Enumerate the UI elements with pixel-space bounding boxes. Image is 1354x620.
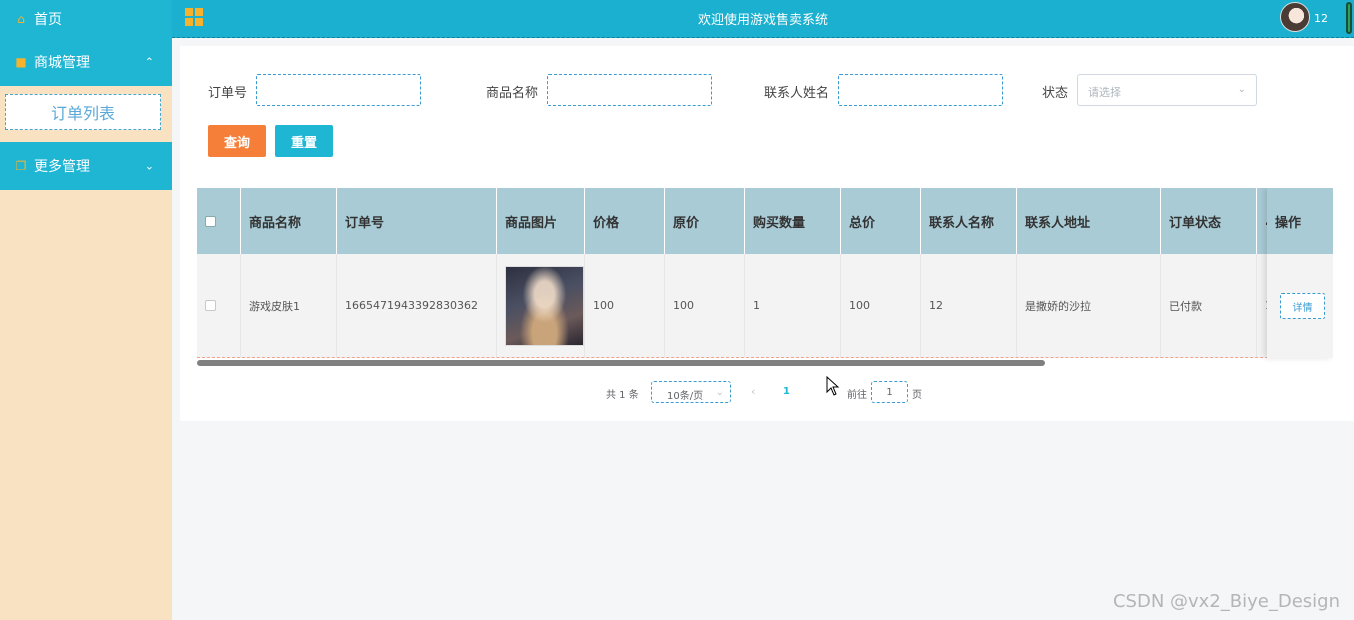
product-thumbnail[interactable] [505, 265, 584, 346]
sidebar: ⌂ 首页 ■ 商城管理 ⌃ 订单列表 ❐ 更多管理 ⌄ [0, 0, 172, 620]
row-select-cell [197, 254, 241, 357]
horizontal-scrollbar[interactable] [197, 360, 1045, 366]
cell-total: 100 [841, 254, 921, 357]
col-order-no[interactable]: 订单号 [337, 188, 497, 254]
menu-group-mall-label: 商城管理 [34, 55, 90, 71]
cell-product-image [497, 254, 585, 357]
search-form: 订单号 商品名称 联系人姓名 状态 请选择 ⌄ [180, 74, 1354, 106]
page-title: 欢迎使用游戏售卖系统 [697, 13, 828, 28]
submenu-mall: 订单列表 [0, 86, 172, 142]
goto-page-input[interactable]: 1 [871, 381, 908, 403]
home-icon: ⌂ [17, 12, 25, 26]
select-all-cell [197, 188, 241, 254]
page-number[interactable]: 1 [783, 386, 790, 397]
prev-page-icon[interactable]: ‹ [751, 385, 755, 398]
contact-name-label: 联系人姓名 [764, 86, 830, 101]
status-label: 状态 [1042, 86, 1069, 101]
order-no-input[interactable] [256, 74, 421, 106]
col-product-name[interactable]: 商品名称 [241, 188, 337, 254]
row-checkbox[interactable] [205, 300, 216, 311]
pagination: 共 1 条 10条/页 ⌄ ‹ 1 前往 1 页 [180, 381, 1354, 403]
menu-home[interactable]: ⌂ 首页 [0, 0, 172, 38]
sidebar-item-order-list-label: 订单列表 [50, 104, 115, 123]
col-contact-name[interactable]: 联系人名称 [921, 188, 1017, 254]
product-name-label: 商品名称 [486, 86, 539, 101]
page-suffix: 页 [912, 390, 922, 401]
menu-group-more-label: 更多管理 [34, 159, 90, 175]
avatar[interactable] [1280, 2, 1310, 32]
col-operation: 操作 [1267, 188, 1333, 254]
cell-quantity: 1 [745, 254, 841, 357]
cell-original-price: 100 [665, 254, 745, 357]
query-button[interactable]: 查询 [208, 125, 266, 157]
col-total[interactable]: 总价 [841, 188, 921, 254]
contact-name-input[interactable] [838, 74, 1003, 106]
order-table: 商品名称 订单号 商品图片 价格 原价 购买数量 总价 联系人名称 联系人地址 … [197, 188, 1333, 366]
col-product-image[interactable]: 商品图片 [497, 188, 585, 254]
sidebar-item-order-list[interactable]: 订单列表 [5, 94, 161, 130]
chevron-up-icon: ⌃ [144, 55, 154, 69]
chevron-down-icon: ⌄ [715, 387, 724, 398]
operation-column: 操作 详情 [1267, 188, 1333, 358]
table-header: 商品名称 订单号 商品图片 价格 原价 购买数量 总价 联系人名称 联系人地址 … [197, 188, 1333, 254]
detail-button[interactable]: 详情 [1280, 293, 1325, 319]
chevron-down-icon: ⌄ [144, 159, 154, 173]
order-no-label: 订单号 [208, 86, 248, 101]
bag-icon: ■ [15, 55, 27, 69]
col-order-status[interactable]: 订单状态 [1161, 188, 1257, 254]
page-size-value: 10条/页 [667, 391, 704, 402]
product-name-input[interactable] [547, 74, 712, 106]
status-placeholder: 请选择 [1088, 86, 1121, 99]
menu-group-mall[interactable]: ■ 商城管理 ⌃ [0, 38, 172, 86]
cell-order-no: 1665471943392830362 [337, 254, 497, 357]
cell-order-status: 已付款 [1161, 254, 1257, 357]
table-row: 游戏皮肤1 1665471943392830362 100 100 1 100 … [197, 254, 1333, 358]
watermark: CSDN @vx2_Biye_Design [1112, 591, 1340, 612]
cell-contact-address: 是撒娇的沙拉 [1017, 254, 1161, 357]
select-all-checkbox[interactable] [205, 215, 216, 227]
col-original-price[interactable]: 原价 [665, 188, 745, 254]
page-size-select[interactable]: 10条/页 ⌄ [651, 381, 731, 403]
cell-price: 100 [585, 254, 665, 357]
cell-operation: 详情 [1267, 254, 1333, 358]
col-contact-address[interactable]: 联系人地址 [1017, 188, 1161, 254]
cell-product-name: 游戏皮肤1 [241, 254, 337, 357]
reset-button[interactable]: 重置 [275, 125, 333, 157]
col-price[interactable]: 价格 [585, 188, 665, 254]
goto-label: 前往 [847, 390, 867, 401]
cell-contact-name: 12 [921, 254, 1017, 357]
main-card: 订单号 商品名称 联系人姓名 状态 请选择 ⌄ 查询 重置 商品名称 订单号 商… [180, 46, 1354, 421]
col-quantity[interactable]: 购买数量 [745, 188, 841, 254]
pagination-total: 共 1 条 [606, 390, 639, 401]
chevron-down-icon: ⌄ [1237, 84, 1246, 95]
top-bar: 欢迎使用游戏售卖系统 12 [172, 0, 1354, 38]
user-name[interactable]: 12 [1314, 12, 1328, 25]
copy-icon: ❐ [15, 159, 27, 173]
window-edge-indicator [1346, 2, 1352, 34]
menu-group-more[interactable]: ❐ 更多管理 ⌄ [0, 142, 172, 190]
menu-home-label: 首页 [34, 12, 62, 28]
status-select[interactable]: 请选择 ⌄ [1077, 74, 1257, 106]
